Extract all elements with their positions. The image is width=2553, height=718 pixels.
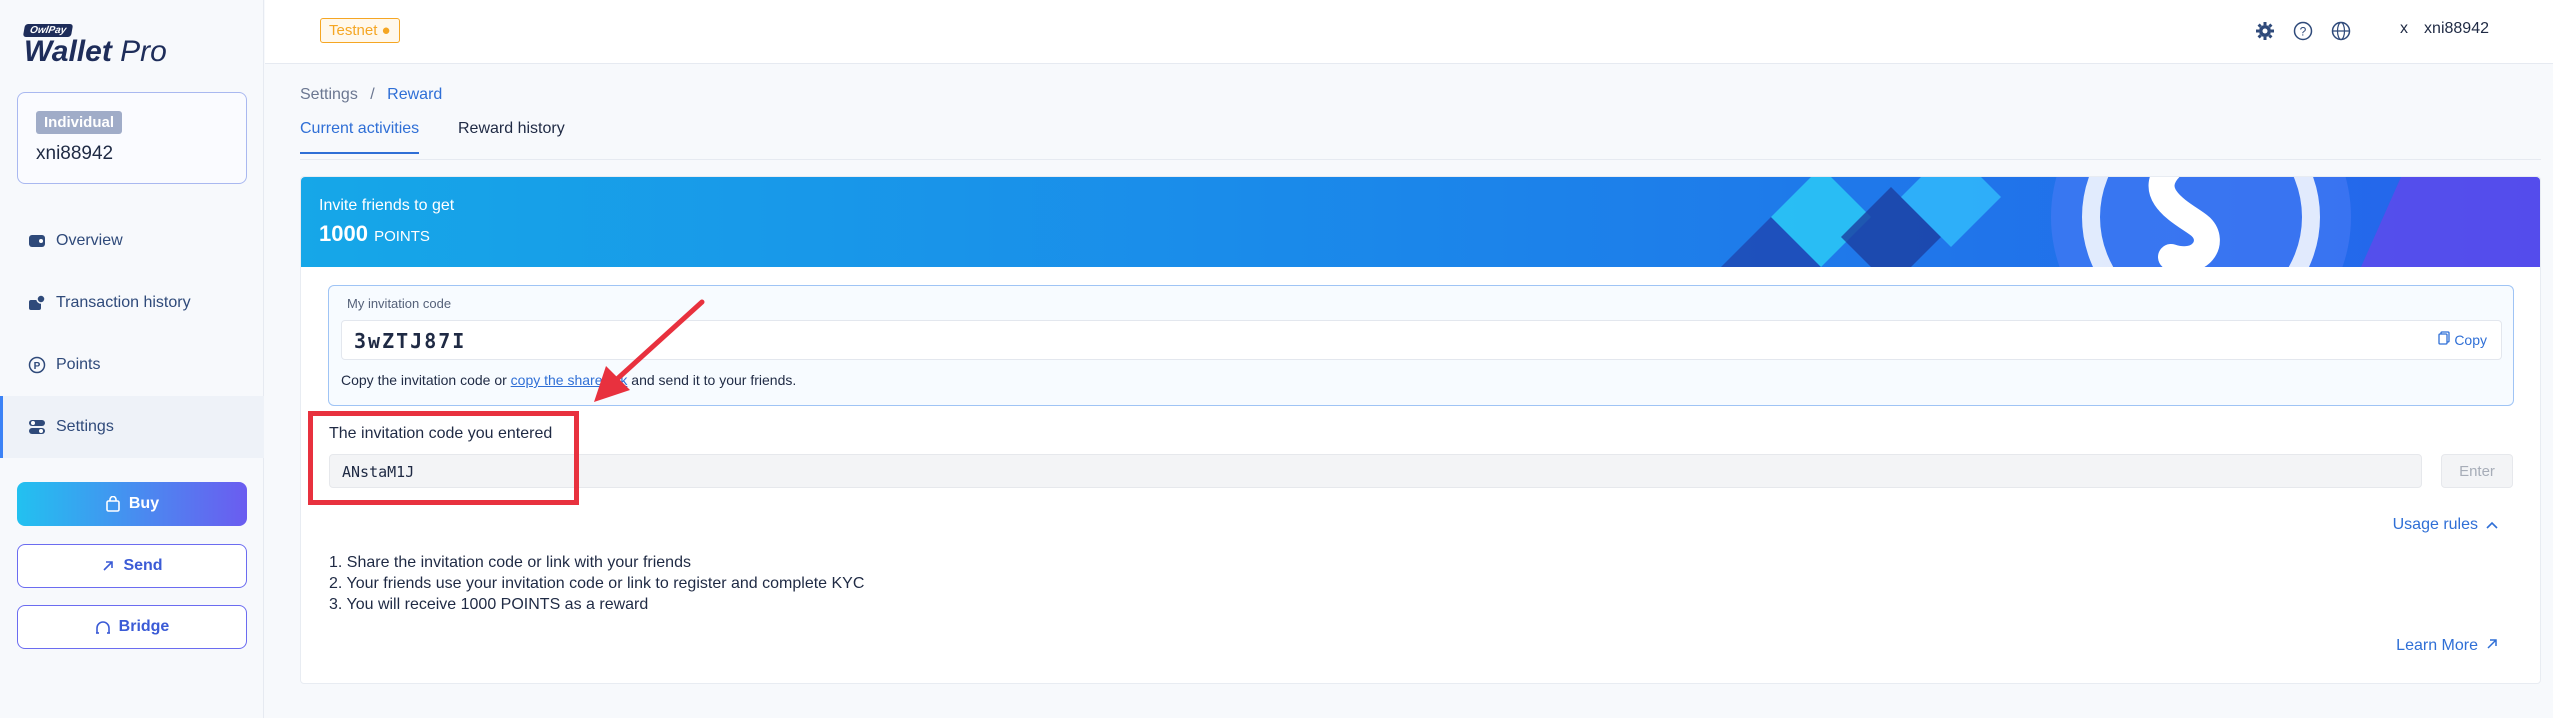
points-icon: P (28, 356, 46, 374)
learn-more-label: Learn More (2396, 637, 2478, 654)
sidebar-item-transaction-history[interactable]: Transaction history (0, 272, 264, 334)
sidebar-nav: Overview Transaction history P Points Se… (0, 210, 264, 458)
entered-code-value: ANstaM1J (342, 463, 415, 481)
list-item: 3. You will receive 1000 POINTS as a rew… (329, 596, 649, 613)
top-bar: Testnet ● ? x xni88942 (265, 0, 2553, 64)
bridge-button[interactable]: Bridge (17, 605, 247, 649)
account-type-badge: Individual (36, 111, 123, 134)
breadcrumb-current: Reward (387, 86, 443, 103)
copy-button[interactable]: Copy (2438, 331, 2487, 348)
svg-text:?: ? (2300, 25, 2307, 39)
chevron-up-icon (2486, 516, 2498, 534)
logo-badge: OwlPay (22, 24, 74, 37)
network-badge[interactable]: Testnet ● (320, 18, 400, 43)
banner-decoration (1721, 177, 2540, 267)
banner-amount: 1000 POINTS (319, 221, 430, 247)
learn-more-link[interactable]: Learn More (2396, 637, 2498, 655)
banner-headline: Invite friends to get (319, 197, 455, 214)
help-icon[interactable]: ? (2291, 19, 2315, 43)
copy-label: Copy (2454, 331, 2487, 348)
tab-reward-history[interactable]: Reward history (458, 120, 565, 152)
reward-panel: Invite friends to get 1000 POINTS My inv… (300, 176, 2541, 684)
logo-text: Wallet Pro (24, 36, 167, 68)
gear-icon[interactable] (2253, 19, 2277, 43)
entered-code-input[interactable]: ANstaM1J (329, 454, 2422, 488)
send-button[interactable]: Send (17, 544, 247, 588)
network-label: Testnet (329, 22, 378, 39)
sidebar-item-overview[interactable]: Overview (0, 210, 264, 272)
sidebar-item-label: Points (56, 356, 101, 373)
list-item: 1. Share the invitation code or link wit… (329, 554, 691, 571)
top-icons: ? (2253, 19, 2353, 43)
svg-text:P: P (34, 361, 41, 372)
sidebar-item-label: Overview (56, 232, 123, 249)
bridge-icon (95, 620, 111, 634)
copy-share-link[interactable]: copy the share link (511, 372, 628, 388)
entered-code-label: The invitation code you entered (329, 425, 553, 442)
banner-unit: POINTS (374, 228, 430, 245)
tab-bar: Current activities Reward history (300, 120, 2541, 160)
user-menu[interactable]: x xni88942 (2400, 20, 2489, 38)
account-card[interactable]: Individual xni88942 (17, 92, 247, 184)
account-username: xni88942 (36, 143, 114, 164)
usage-rules-label: Usage rules (2392, 516, 2478, 533)
app-logo[interactable]: OwlPay Wallet Pro (22, 20, 167, 68)
top-username: xni88942 (2424, 20, 2489, 37)
buy-button[interactable]: Buy (17, 482, 247, 526)
invite-hint-after: and send it to your friends. (627, 372, 797, 388)
send-label: Send (123, 557, 163, 574)
logo-suffix: Pro (120, 35, 167, 68)
history-icon (28, 294, 46, 312)
breadcrumb-root[interactable]: Settings (300, 86, 358, 103)
invitation-code-box: My invitation code 3wZTJ87I Copy Copy th… (328, 285, 2514, 406)
invite-hint-before: Copy the invitation code or (341, 372, 511, 388)
invite-banner: Invite friends to get 1000 POINTS (301, 177, 2540, 267)
invite-hint: Copy the invitation code or copy the sha… (341, 372, 796, 388)
usage-rules-list: 1. Share the invitation code or link wit… (329, 552, 864, 615)
bridge-label: Bridge (118, 618, 170, 635)
enter-button[interactable]: Enter (2441, 454, 2513, 488)
tab-current-activities[interactable]: Current activities (300, 120, 420, 154)
arrow-up-right-icon (2486, 637, 2498, 655)
usage-rules-toggle[interactable]: Usage rules (2393, 516, 2498, 534)
wallet-icon (28, 232, 46, 250)
invitation-code-value: 3wZTJ87I (354, 329, 467, 353)
sidebar-item-label: Transaction history (56, 294, 191, 311)
breadcrumb: Settings / Reward (300, 86, 442, 104)
avatar: x (2400, 20, 2409, 37)
arrow-up-right-icon (101, 559, 115, 573)
invitation-code-field: 3wZTJ87I Copy (341, 320, 2502, 360)
sidebar: OwlPay Wallet Pro Individual xni88942 Ov… (0, 0, 264, 718)
breadcrumb-separator: / (370, 86, 375, 103)
banner-amount-value: 1000 (319, 221, 368, 246)
globe-icon[interactable] (2329, 19, 2353, 43)
sidebar-item-settings[interactable]: Settings (0, 396, 264, 458)
settings-toggle-icon (28, 418, 46, 436)
list-item: 2. Your friends use your invitation code… (329, 575, 865, 592)
sidebar-item-points[interactable]: P Points (0, 334, 264, 396)
invitation-code-label: My invitation code (347, 296, 452, 311)
sidebar-item-label: Settings (56, 418, 114, 435)
buy-label: Buy (128, 495, 160, 512)
info-icon: ● (381, 22, 391, 39)
copy-icon (2438, 331, 2450, 348)
logo-name: Wallet (24, 35, 112, 68)
bag-icon (105, 496, 121, 512)
